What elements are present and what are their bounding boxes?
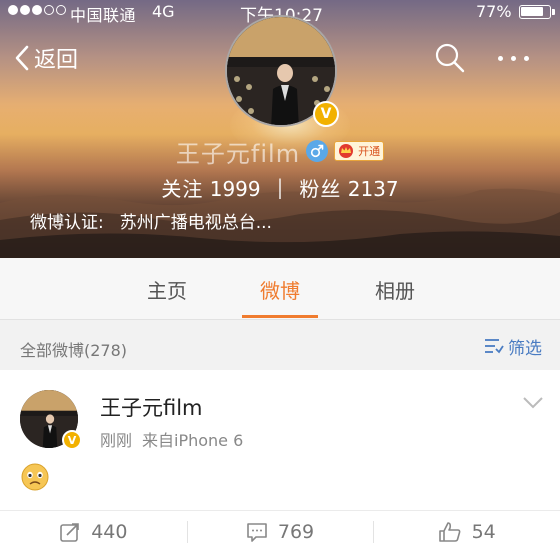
signal-strength-icon [8,5,66,15]
carrier-name: 中国联通 [70,6,137,25]
comment-button[interactable]: 769 [186,511,374,552]
followers-stat[interactable]: 粉丝 2137 [299,173,398,202]
profile-tabs: 主页 微博 相册 [0,258,560,320]
active-tab-indicator [242,315,318,318]
tab-album[interactable]: 相册 [358,258,432,320]
post-card[interactable]: V 王子元film 刚刚 来自iPhone 6 440 769 54 [0,370,560,552]
comment-count: 769 [277,520,315,543]
verified-v-icon: V [313,101,339,127]
like-count: 54 [471,520,496,543]
member-badge-label: 开通 [358,145,381,158]
back-button[interactable]: 返回 [14,40,78,76]
verification-value: 苏州广播电视总台... [119,212,272,233]
male-icon [306,140,329,162]
member-open-badge[interactable]: 开通 [334,141,385,161]
battery-percentage: 77% [476,2,512,21]
sad-face-emoji [21,463,49,491]
stats-separator: | [276,175,284,199]
repost-icon [60,522,80,542]
search-icon [435,43,465,73]
profile-name-row: 王子元film 开通 [0,136,560,168]
filter-button[interactable]: 筛选 [484,334,542,359]
profile-stats: 关注 1999 | 粉丝 2137 [0,173,560,201]
post-time: 刚刚 [100,431,133,450]
chevron-down-icon[interactable] [522,396,544,410]
following-count: 1999 [209,176,261,201]
verification-label: 微博认证: [30,212,104,233]
back-label: 返回 [34,48,79,73]
verified-v-icon: V [62,430,82,450]
repost-button[interactable]: 440 [0,511,187,552]
search-button[interactable] [434,42,466,74]
tab-weibo[interactable]: 微博 [242,258,318,320]
profile-avatar[interactable]: V [225,15,339,127]
filter-label: 筛选 [508,338,542,359]
battery-icon [519,5,555,19]
verification-row[interactable]: 微博认证: 苏州广播电视总台... [30,207,550,233]
weibo-count[interactable]: 全部微博(278) [20,337,127,361]
followers-count: 2137 [347,176,399,201]
crown-icon [339,144,354,158]
following-label: 关注 [161,176,204,201]
following-stat[interactable]: 关注 1999 [161,173,260,202]
post-actions: 440 769 54 [0,510,560,552]
thumbs-up-icon [438,521,460,542]
filter-icon [485,339,504,354]
comment-icon [247,522,267,542]
tab-weibo-label: 微博 [260,278,300,303]
filter-bar: 全部微博(278) 筛选 [0,322,560,370]
post-avatar[interactable]: V [20,390,82,450]
chevron-left-icon [15,45,29,71]
weibo-profile-screen: 中国联通 4G 下午10:27 77% 返回 [0,0,560,552]
network-type: 4G [152,2,175,21]
post-source: 来自iPhone 6 [142,431,244,450]
profile-cover: 中国联通 4G 下午10:27 77% 返回 [0,0,560,258]
like-button[interactable]: 54 [373,511,560,552]
post-meta: 刚刚 来自iPhone 6 [100,427,243,451]
post-author-name[interactable]: 王子元film [100,392,203,422]
tab-home-label: 主页 [147,278,187,303]
followers-label: 粉丝 [299,176,342,201]
tab-album-label: 相册 [375,278,415,303]
profile-name: 王子元film [175,139,301,168]
more-dots-icon[interactable] [498,50,538,66]
tab-home[interactable]: 主页 [130,258,204,320]
repost-count: 440 [91,520,128,543]
